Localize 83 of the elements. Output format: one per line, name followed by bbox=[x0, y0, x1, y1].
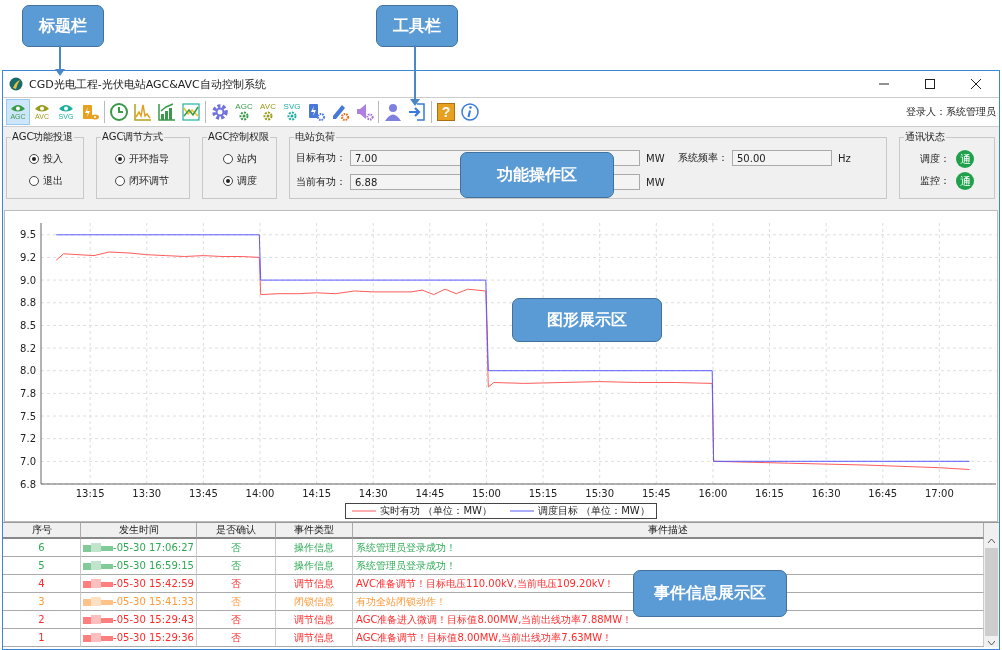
status-badge: 通 bbox=[956, 150, 974, 168]
table-cell: -05-30 15:29:36 bbox=[113, 632, 194, 643]
axis-tick-label: 8.5 bbox=[20, 319, 36, 331]
callout-tooltip: 事件信息展示区 bbox=[633, 570, 787, 617]
axis-tick-label: 14:30 bbox=[358, 488, 388, 499]
column-header: 事件描述 bbox=[353, 523, 984, 539]
axis-tick-label: 15:45 bbox=[641, 488, 671, 499]
table-cell: 否 bbox=[197, 575, 276, 593]
column-header: 序号 bbox=[3, 523, 81, 539]
status-badge: 通 bbox=[956, 172, 974, 190]
legend-label: 实时有功 （单位：MW） bbox=[380, 504, 492, 518]
table-cell: 1 bbox=[3, 629, 81, 647]
axis-tick-label: 14:00 bbox=[245, 488, 275, 499]
login-user-label: 登录人：系统管理员 bbox=[906, 105, 997, 119]
table-cell: 操作信息 bbox=[276, 539, 353, 557]
axis-tick-label: 15:15 bbox=[528, 488, 558, 499]
table-cell: -05-30 15:41:33 bbox=[113, 596, 194, 607]
axis-tick-label: 8.0 bbox=[20, 365, 36, 377]
axis-tick-label: 9.0 bbox=[20, 274, 36, 286]
table-cell: 4 bbox=[3, 575, 81, 593]
table-cell: -05-30 17:06:27 bbox=[113, 542, 194, 553]
table-cell: 调节信息 bbox=[276, 611, 353, 629]
group-title: AGC调节方式 bbox=[101, 130, 165, 144]
axis-tick-label: 9.2 bbox=[20, 251, 36, 263]
group-title: 通讯状态 bbox=[904, 130, 946, 144]
axis-tick-label: 14:15 bbox=[302, 488, 331, 499]
axis-tick-label: 13:30 bbox=[132, 488, 162, 499]
table-cell: -05-30 16:59:15 bbox=[113, 560, 194, 571]
table-cell: 否 bbox=[197, 629, 276, 647]
axis-tick-label: 13:45 bbox=[188, 488, 218, 499]
table-cell: 否 bbox=[197, 593, 276, 611]
field-label: 系统频率： bbox=[677, 151, 728, 165]
axis-tick-label: 17:00 bbox=[924, 488, 954, 499]
axis-tick-label: 15:30 bbox=[585, 488, 615, 499]
table-cell: 6 bbox=[3, 539, 81, 557]
status-label: 调度： bbox=[920, 152, 950, 166]
group-title: 电站负荷 bbox=[294, 130, 336, 144]
table-cell: 3 bbox=[3, 593, 81, 611]
table-cell: 否 bbox=[197, 611, 276, 629]
callout-tooltip: 图形展示区 bbox=[512, 298, 662, 342]
axis-tick-label: 14:45 bbox=[415, 488, 445, 499]
callout-tooltip: 标题栏 bbox=[22, 5, 104, 47]
axis-tick-label: 13:15 bbox=[75, 488, 105, 499]
column-header: 发生时间 bbox=[81, 523, 197, 539]
table-cell: -05-30 15:42:59 bbox=[113, 578, 194, 589]
axis-tick-label: 7.2 bbox=[20, 433, 36, 445]
axis-tick-label: 16:15 bbox=[755, 488, 784, 499]
axis-tick-label: 16:00 bbox=[698, 488, 728, 499]
axis-tick-label: 15:00 bbox=[472, 488, 501, 499]
axis-tick-label: 7.8 bbox=[20, 387, 36, 399]
unit-label: Hz bbox=[838, 152, 852, 164]
unit-label: MW bbox=[646, 176, 666, 188]
group-title: AGC功能投退 bbox=[11, 130, 75, 144]
table-cell: 操作信息 bbox=[276, 557, 353, 575]
field-label: 目标有功： bbox=[295, 151, 346, 165]
table-cell: 2 bbox=[3, 611, 81, 629]
callout-tooltip: 工具栏 bbox=[376, 5, 458, 47]
column-header: 是否确认 bbox=[197, 523, 276, 539]
table-cell: 调节信息 bbox=[276, 629, 353, 647]
table-cell: 否 bbox=[197, 539, 276, 557]
field-label: 当前有功： bbox=[295, 175, 346, 189]
table-cell: -05-30 15:29:43 bbox=[113, 614, 194, 625]
axis-tick-label: 7.0 bbox=[20, 455, 36, 467]
table-cell: 5 bbox=[3, 557, 81, 575]
axis-tick-label: 8.8 bbox=[20, 297, 36, 309]
unit-label: MW bbox=[646, 152, 666, 164]
group-title: AGC控制权限 bbox=[207, 130, 271, 144]
window-title: CGD光电工程-光伏电站AGC&AVC自动控制系统 bbox=[29, 76, 266, 92]
callout-tooltip: 功能操作区 bbox=[460, 152, 614, 198]
column-header: 事件类型 bbox=[276, 523, 353, 539]
status-label: 监控： bbox=[920, 174, 950, 188]
axis-tick-label: 6.8 bbox=[20, 478, 36, 490]
table-cell: AGC准备调节！目标值8.00MW,当前出线功率7.63MW！ bbox=[353, 629, 984, 647]
table-cell: 否 bbox=[197, 557, 276, 575]
axis-tick-label: 16:30 bbox=[811, 488, 841, 499]
table-cell: 闭锁信息 bbox=[276, 593, 353, 611]
axis-tick-label: 9.5 bbox=[20, 229, 36, 241]
table-cell: 调节信息 bbox=[276, 575, 353, 593]
axis-tick-label: 7.5 bbox=[20, 410, 36, 422]
table-cell: 系统管理员登录成功！ bbox=[353, 539, 984, 557]
legend-label: 调度目标 （单位：MW） bbox=[538, 504, 650, 518]
axis-tick-label: 16:45 bbox=[868, 488, 898, 499]
axis-tick-label: 8.2 bbox=[20, 342, 36, 354]
